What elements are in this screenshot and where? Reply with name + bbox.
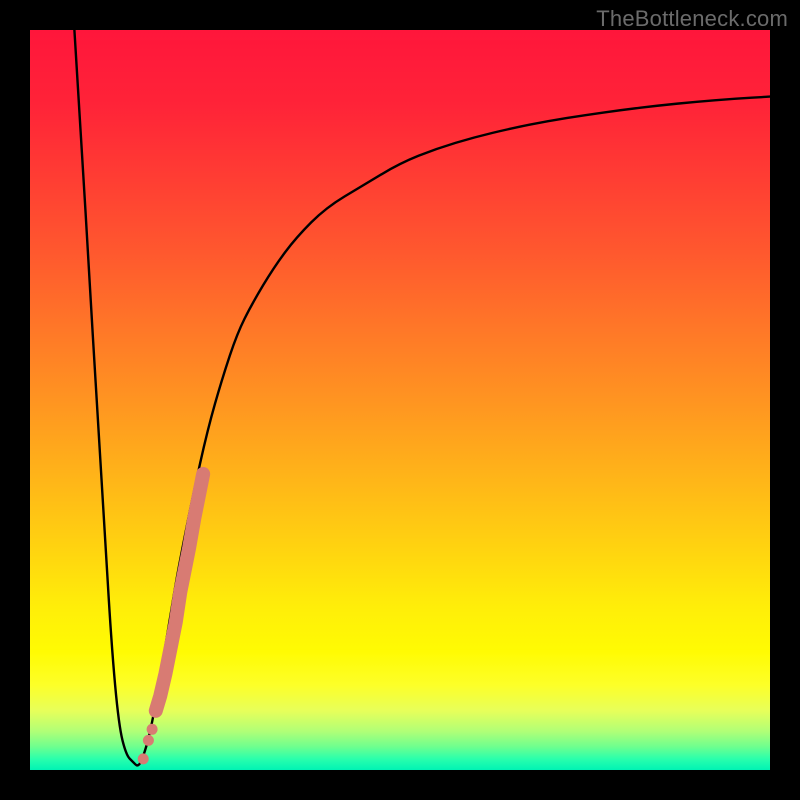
highlight-dots [138, 724, 158, 765]
plot-area [30, 30, 770, 770]
chart-frame: TheBottleneck.com [0, 0, 800, 800]
watermark-text: TheBottleneck.com [596, 6, 788, 32]
bottleneck-curve-svg [30, 30, 770, 770]
bottleneck-curve [74, 30, 770, 765]
highlight-segment [156, 474, 203, 711]
